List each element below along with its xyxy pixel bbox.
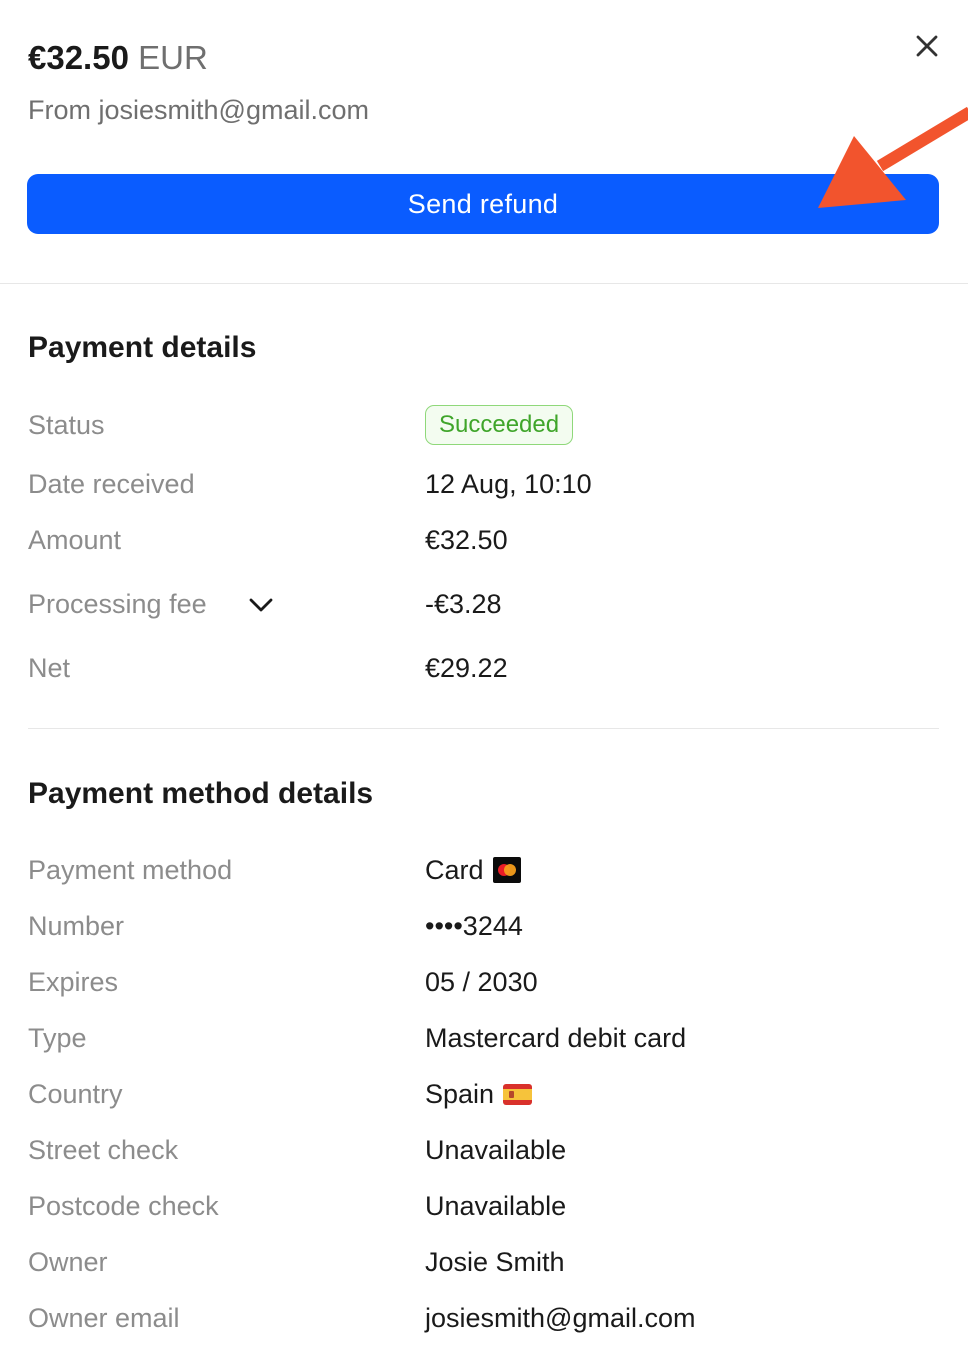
payment-method-details-title: Payment method details (28, 777, 374, 810)
payment-amount: €32.50 (28, 39, 129, 76)
payment-method-label: Payment method (28, 855, 233, 885)
owner-value: Josie Smith (425, 1247, 565, 1277)
payment-method-row: Payment method Card (28, 850, 940, 890)
net-value: €29.22 (425, 653, 508, 683)
amount-label: Amount (28, 525, 122, 555)
net-row: Net €29.22 (28, 648, 940, 688)
card-type-value: Mastercard debit card (425, 1023, 687, 1053)
owner-email-label: Owner email (28, 1303, 180, 1333)
postcode-check-label: Postcode check (28, 1191, 219, 1221)
processing-fee-value: -€3.28 (425, 589, 502, 619)
owner-email-row: Owner email josiesmith@gmail.com (28, 1298, 940, 1338)
status-value: Succeeded (425, 405, 574, 445)
send-refund-button[interactable]: Send refund (27, 174, 939, 234)
status-label: Status (28, 410, 105, 440)
payment-method-text: Card (425, 855, 484, 885)
country-value: Spain (425, 1074, 533, 1114)
status-badge: Succeeded (425, 405, 574, 445)
card-type-row: Type Mastercard debit card (28, 1018, 940, 1058)
processing-fee-toggle[interactable] (248, 592, 274, 618)
section-divider (28, 728, 939, 729)
card-number-label: Number (28, 911, 125, 941)
date-received-row: Date received 12 Aug, 10:10 (28, 464, 940, 504)
spain-flag-icon (503, 1083, 533, 1105)
expires-value: 05 / 2030 (425, 967, 538, 997)
date-received-value: 12 Aug, 10:10 (425, 469, 592, 499)
status-row: Status Succeeded (28, 405, 940, 445)
owner-label: Owner (28, 1247, 108, 1277)
payment-amount-line: €32.50 EUR (28, 36, 940, 80)
expires-row: Expires 05 / 2030 (28, 962, 940, 1002)
country-row: Country Spain (28, 1074, 940, 1114)
net-label: Net (28, 653, 71, 683)
country-text: Spain (425, 1079, 495, 1109)
card-type-label: Type (28, 1023, 87, 1053)
header-divider (0, 283, 968, 284)
payment-details-title: Payment details (28, 331, 257, 364)
card-number-row: Number ••••3244 (28, 906, 940, 946)
card-number-value: ••••3244 (425, 911, 523, 941)
payment-currency: EUR (138, 39, 208, 76)
mastercard-icon (492, 857, 521, 883)
chevron-down-icon (249, 598, 273, 612)
amount-value: €32.50 (425, 525, 508, 555)
processing-fee-label: Processing fee (28, 589, 207, 619)
date-received-label: Date received (28, 469, 195, 499)
street-check-value: Unavailable (425, 1135, 567, 1165)
amount-row: Amount €32.50 (28, 520, 940, 560)
postcode-check-row: Postcode check Unavailable (28, 1186, 940, 1226)
payment-method-value: Card (425, 850, 521, 890)
payment-detail-panel: €32.50 EUR From josiesmith@gmail.com Sen… (0, 0, 968, 1350)
close-button[interactable] (908, 28, 946, 66)
expires-label: Expires (28, 967, 119, 997)
payment-sender: From josiesmith@gmail.com (28, 95, 369, 125)
country-label: Country (28, 1079, 123, 1109)
close-icon (916, 35, 938, 57)
processing-fee-row[interactable]: Processing fee -€3.28 (28, 584, 940, 624)
postcode-check-value: Unavailable (425, 1191, 567, 1221)
payment-header: €32.50 EUR From josiesmith@gmail.com (28, 36, 940, 128)
street-check-label: Street check (28, 1135, 179, 1165)
owner-email-value: josiesmith@gmail.com (425, 1303, 696, 1333)
owner-row: Owner Josie Smith (28, 1242, 940, 1282)
street-check-row: Street check Unavailable (28, 1130, 940, 1170)
